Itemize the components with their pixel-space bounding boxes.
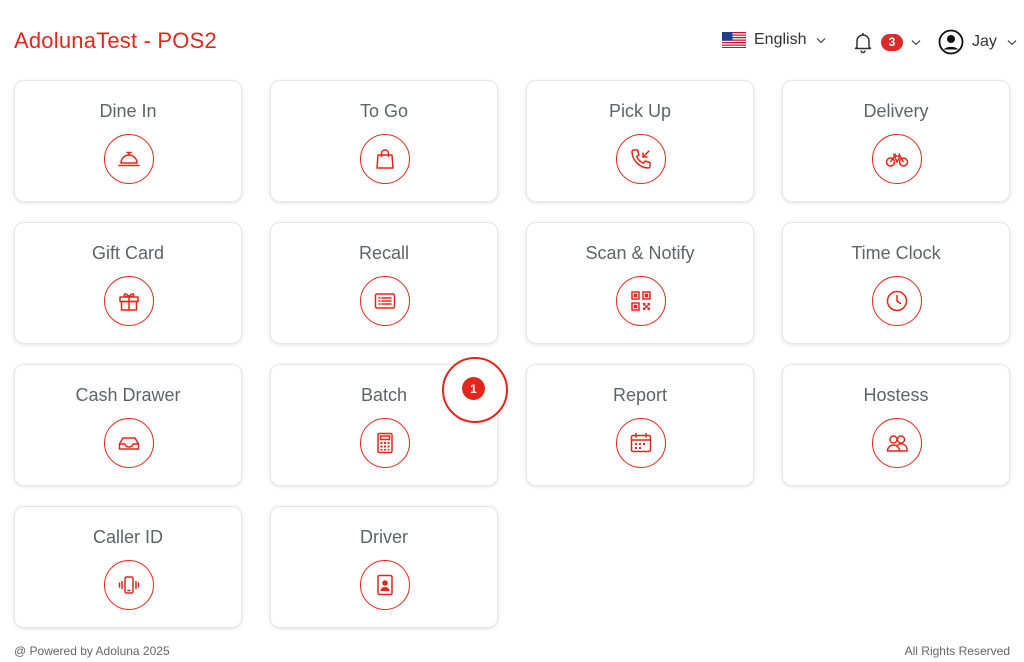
tile-icon-circle: [104, 418, 154, 468]
tile-hostess[interactable]: Hostess: [782, 364, 1010, 486]
tile-icon-circle: [360, 560, 410, 610]
language-selector[interactable]: English: [722, 31, 826, 49]
bell-icon: [854, 33, 872, 54]
user-name: Jay: [972, 33, 997, 50]
bicycle-icon: [885, 153, 909, 167]
step-marker: 1: [442, 357, 508, 423]
tile-label: To Go: [359, 101, 409, 121]
calendar-report-icon: [630, 432, 652, 453]
tile-icon-circle: [872, 418, 922, 468]
tile-recall[interactable]: Recall: [270, 222, 498, 344]
tile-label: Dine In: [99, 101, 157, 121]
tile-label: Caller ID: [92, 527, 163, 547]
user-circle-icon: [938, 29, 964, 55]
footer-powered-by: @ Powered by Adoluna 2025: [14, 644, 170, 658]
tile-icon-circle: [872, 276, 922, 326]
tile-delivery[interactable]: Delivery: [782, 80, 1010, 202]
tile-icon-circle: [360, 134, 410, 184]
tile-label: Recall: [358, 243, 410, 263]
tile-pick-up[interactable]: Pick Up: [526, 80, 754, 202]
tile-gift-card[interactable]: Gift Card: [14, 222, 242, 344]
notifications-button[interactable]: 3: [851, 30, 921, 54]
tile-label: Delivery: [863, 101, 929, 121]
tile-icon-circle: [616, 134, 666, 184]
service-bell-icon: [118, 151, 140, 167]
tile-icon-circle: [104, 560, 154, 610]
tile-label: Pick Up: [608, 101, 671, 121]
vibrating-phone-icon: [118, 576, 140, 594]
tile-report[interactable]: Report: [526, 364, 754, 486]
driver-badge-icon: [377, 574, 393, 596]
tile-icon-circle: [616, 418, 666, 468]
tile-icon-circle: [104, 276, 154, 326]
users-icon: [886, 435, 908, 452]
receipt-list-icon: [374, 293, 396, 309]
drawer-tray-icon: [118, 437, 140, 450]
chevron-down-icon: [911, 39, 921, 45]
tile-label: Cash Drawer: [75, 385, 181, 405]
notification-count-badge: 3: [881, 33, 903, 51]
tile-caller-id[interactable]: Caller ID: [14, 506, 242, 628]
tile-label: Gift Card: [91, 243, 165, 263]
footer-rights: All Rights Reserved: [904, 644, 1010, 658]
tile-label: Report: [612, 385, 668, 405]
chevron-down-icon: [817, 37, 826, 43]
user-menu[interactable]: Jay: [938, 29, 1017, 55]
qr-code-icon: [631, 291, 651, 311]
step-marker-number: 1: [462, 377, 485, 400]
calculator-icon: [377, 432, 393, 454]
language-label: English: [754, 31, 807, 48]
tile-icon-circle: [360, 418, 410, 468]
menu-grid: Dine In To Go Pick Up Delivery Gift Card…: [14, 80, 1010, 628]
us-flag-icon: [722, 32, 746, 48]
tile-icon-circle: [104, 134, 154, 184]
tile-scan-notify[interactable]: Scan & Notify: [526, 222, 754, 344]
tile-to-go[interactable]: To Go: [270, 80, 498, 202]
shopping-bag-icon: [376, 149, 394, 169]
tile-label: Time Clock: [851, 243, 941, 263]
tile-cash-drawer[interactable]: Cash Drawer: [14, 364, 242, 486]
tile-icon-circle: [360, 276, 410, 326]
tile-label: Driver: [360, 527, 408, 547]
tile-label: Hostess: [863, 385, 929, 405]
tile-time-clock[interactable]: Time Clock: [782, 222, 1010, 344]
tile-icon-circle: [872, 134, 922, 184]
tile-label: Scan & Notify: [585, 243, 695, 263]
tile-dine-in[interactable]: Dine In: [14, 80, 242, 202]
tile-driver[interactable]: Driver: [270, 506, 498, 628]
app-header: AdolunaTest - POS2 English 3 Jay: [0, 0, 1024, 80]
app-title: AdolunaTest - POS2: [14, 28, 217, 53]
clock-icon: [886, 290, 908, 312]
gift-icon: [119, 293, 139, 311]
chevron-down-icon: [1007, 39, 1017, 45]
phone-incoming-icon: [631, 149, 651, 169]
tile-icon-circle: [616, 276, 666, 326]
